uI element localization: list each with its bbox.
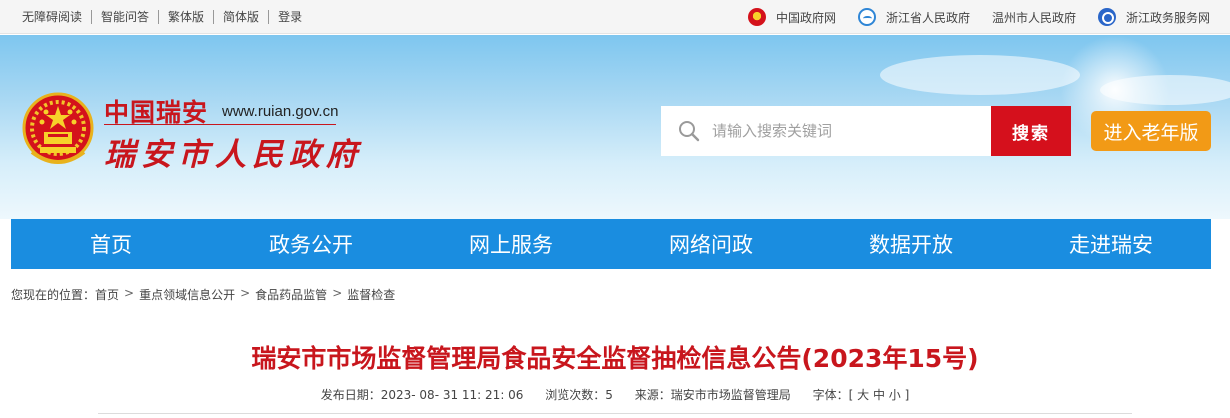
top-utility-bar: 无障碍阅读 智能问答 繁体版 简体版 登录 中国政府网 浙江省人民政府 温州市人… xyxy=(0,0,1230,34)
wenzhou-gov-label: 温州市人民政府 xyxy=(991,10,1076,25)
font-size-label: 字体： xyxy=(812,388,849,402)
article-title: 瑞安市市场监督管理局食品安全监督抽检信息公告(2023年15号) xyxy=(251,344,979,373)
nav-online-inquiry[interactable]: 网络问政 xyxy=(611,219,811,269)
zj-service-link[interactable]: 浙江政务服务网 xyxy=(1097,8,1210,26)
cloud-decoration xyxy=(1100,75,1230,105)
accessible-reading-link[interactable]: 无障碍阅读 xyxy=(22,10,91,24)
traditional-chinese-link[interactable]: 繁体版 xyxy=(158,10,213,24)
breadcrumb-separator: > xyxy=(332,286,343,300)
header-banner: 中国瑞安 www.ruian.gov.cn 瑞安市人民政府 搜索 进入老年版 xyxy=(0,35,1230,219)
search-icon xyxy=(679,121,700,142)
china-gov-label: 中国政府网 xyxy=(775,10,836,25)
breadcrumb: 您现在的位置： 首页 > 重点领域信息公开 > 食品药品监管 > 监督检查 xyxy=(11,286,395,303)
breadcrumb-item-food-drug[interactable]: 食品药品监管 xyxy=(255,286,327,303)
china-gov-link[interactable]: 中国政府网 xyxy=(747,8,836,26)
title-divider xyxy=(98,413,1132,414)
view-count: 浏览次数：5 xyxy=(545,388,613,402)
font-size-options[interactable]: [ 大 中 小 ] xyxy=(849,388,910,402)
cloud-decoration xyxy=(880,55,1080,95)
view-count-value: 5 xyxy=(605,388,613,402)
national-emblem-logo[interactable] xyxy=(22,92,94,168)
nav-online-services[interactable]: 网上服务 xyxy=(411,219,611,269)
breadcrumb-separator: > xyxy=(124,286,135,300)
article-source: 来源：瑞安市市场监督管理局 xyxy=(635,388,791,402)
font-size-selector: 字体：[ 大 中 小 ] xyxy=(813,388,910,402)
gov-links: 中国政府网 浙江省人民政府 温州市人民政府 浙江政务服务网 xyxy=(726,0,1210,34)
article-meta: 发布日期：2023- 08- 31 11: 21: 06 浏览次数：5 来源：瑞… xyxy=(0,386,1230,403)
breadcrumb-prefix: 您现在的位置： xyxy=(11,288,96,302)
accessibility-links: 无障碍阅读 智能问答 繁体版 简体版 登录 xyxy=(22,0,311,34)
smart-qa-link[interactable]: 智能问答 xyxy=(91,10,158,24)
nav-about-ruian[interactable]: 走进瑞安 xyxy=(1011,219,1211,269)
zj-service-icon xyxy=(1097,8,1116,26)
login-link[interactable]: 登录 xyxy=(268,10,311,24)
national-emblem-icon xyxy=(747,8,766,26)
publish-date-label: 发布日期： xyxy=(320,388,381,402)
logo-title-large: 瑞安市人民政府 xyxy=(104,137,363,173)
wenzhou-gov-link[interactable]: 温州市人民政府 xyxy=(992,9,1076,26)
breadcrumb-item-inspection[interactable]: 监督检查 xyxy=(347,286,395,303)
source-value: 瑞安市市场监督管理局 xyxy=(670,388,791,402)
breadcrumb-item-key-areas[interactable]: 重点领域信息公开 xyxy=(139,286,235,303)
main-nav: 首页 政务公开 网上服务 网络问政 数据开放 走进瑞安 xyxy=(11,219,1211,269)
nav-open-data[interactable]: 数据开放 xyxy=(811,219,1011,269)
breadcrumb-item-home[interactable]: 首页 xyxy=(95,286,119,303)
zj-service-label: 浙江政务服务网 xyxy=(1125,10,1210,25)
breadcrumb-separator: > xyxy=(240,286,251,300)
publish-date-value: 2023- 08- 31 11: 21: 06 xyxy=(380,388,524,402)
zhejiang-gov-icon xyxy=(857,8,876,26)
simplified-chinese-link[interactable]: 简体版 xyxy=(213,10,268,24)
elderly-mode-button[interactable]: 进入老年版 xyxy=(1091,111,1211,151)
source-label: 来源： xyxy=(634,388,671,402)
logo-divider xyxy=(104,124,336,125)
search-input[interactable] xyxy=(712,122,972,140)
nav-home[interactable]: 首页 xyxy=(11,219,211,269)
publish-date: 发布日期：2023- 08- 31 11: 21: 06 xyxy=(321,388,524,402)
nav-gov-affairs[interactable]: 政务公开 xyxy=(211,219,411,269)
zhejiang-gov-label: 浙江省人民政府 xyxy=(885,10,970,25)
logo-url: www.ruian.gov.cn xyxy=(222,103,339,120)
search-box xyxy=(661,106,991,156)
view-count-label: 浏览次数： xyxy=(545,388,606,402)
zhejiang-gov-link[interactable]: 浙江省人民政府 xyxy=(857,8,970,26)
search-button[interactable]: 搜索 xyxy=(991,106,1071,156)
